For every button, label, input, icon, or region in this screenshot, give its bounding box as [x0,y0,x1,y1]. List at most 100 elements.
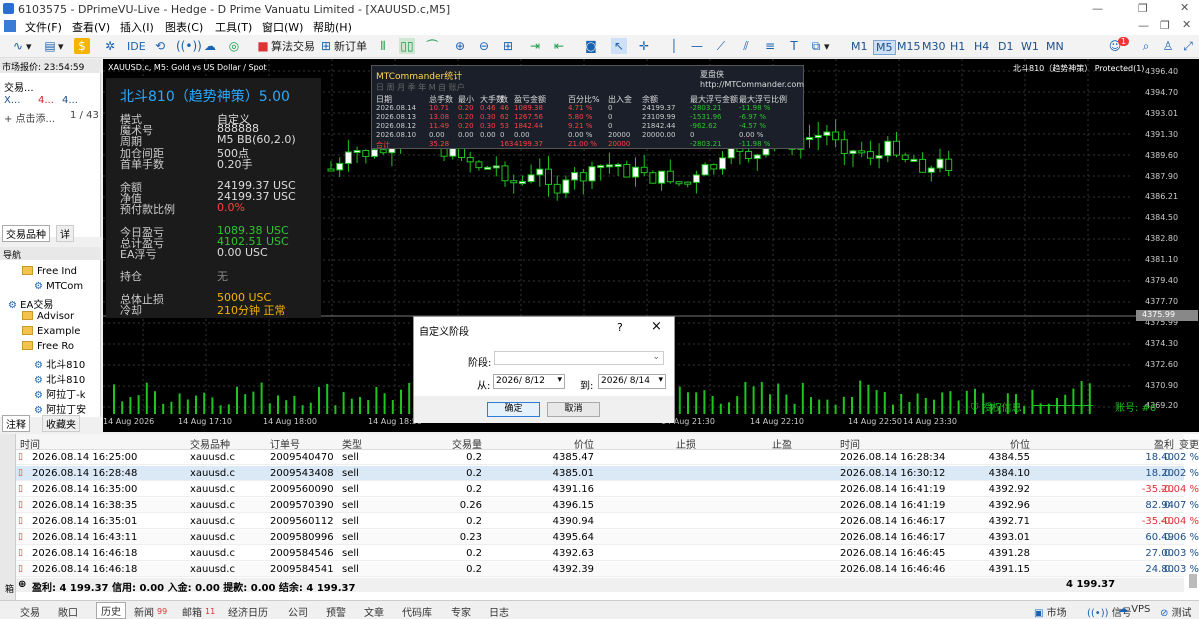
column-header[interactable]: 止盈 [742,436,792,451]
column-header[interactable]: 交易品种 [190,436,250,451]
tf-m15[interactable]: M15 [897,40,921,53]
new-order-button[interactable]: ⊞ 新订单 [318,38,367,55]
from-date-field[interactable]: 2026/ 8/12 ▾ [493,374,565,389]
algo-trading-button[interactable]: ■ 算法交易 [255,38,315,55]
menu-tools[interactable]: 工具(T) [215,19,252,35]
tf-m30[interactable]: M30 [922,40,946,53]
tab-favorites[interactable]: 收藏夹 [42,415,80,432]
tab-symbols[interactable]: 交易品种 [2,225,50,242]
sub-minimize-icon[interactable]: — [1138,19,1149,32]
column-header[interactable]: 止损 [646,436,696,451]
deposit-icon[interactable]: $ [74,38,90,55]
status-item[interactable]: ⊘ 测试 [1160,604,1192,619]
tab-details[interactable]: 详 [56,225,74,242]
tf-d1[interactable]: D1 [998,40,1013,53]
trade-info-label[interactable]: ⛉ 授权信息 [971,399,1022,414]
chart-type-icon[interactable]: ∿ ▾ [10,38,32,55]
terminal-tab[interactable]: 历史 [96,602,126,619]
to-date-field[interactable]: 2026/ 8/14 ▾ [598,374,666,389]
terminal-tab[interactable]: 经济日历 [228,604,268,619]
tf-mn[interactable]: MN [1046,40,1064,53]
status-item[interactable]: ▣ 市场 [1034,604,1067,619]
cursor-icon[interactable]: ↖ [611,38,627,55]
minimize-icon[interactable]: — [1092,2,1103,15]
cancel-button[interactable]: 取消 [547,402,600,417]
terminal-tab[interactable]: 文章 [364,604,384,619]
vline-icon[interactable]: │ [666,38,682,55]
column-header[interactable]: 变更 [1149,436,1199,451]
tf-h4[interactable]: H4 [974,40,989,53]
terminal-tab[interactable]: 代码库 [402,604,432,619]
dialog-close-icon[interactable]: × [651,319,662,334]
column-header[interactable]: 价位 [544,436,594,451]
user-icon[interactable]: ♙ [1160,38,1176,55]
terminal-tab[interactable]: 专家 [451,604,471,619]
restore-icon[interactable]: ❐ [1138,2,1148,15]
signal-icon[interactable]: ((•)) [176,38,202,55]
stage-select[interactable]: ⌄ [494,351,664,365]
market-icon[interactable]: ◎ [226,38,242,55]
text-icon[interactable]: T [786,38,802,55]
tab-comments[interactable]: 注释 [2,415,30,432]
help-icon[interactable]: ? [617,321,623,334]
column-header[interactable]: 类型 [342,436,382,451]
template-icon[interactable]: ▤ ▾ [42,38,63,55]
column-header[interactable]: 订单号 [270,436,340,451]
column-header[interactable]: 时间 [840,436,950,451]
channel-icon[interactable]: ⫽ [738,38,754,55]
expand-icon[interactable]: ⤢ [1180,38,1196,55]
tf-w1[interactable]: W1 [1021,40,1039,53]
terminal-tab[interactable]: 日志 [489,604,509,619]
mw-add-symbol[interactable]: + 点击添... [4,110,55,125]
options-icon[interactable]: ✲ [102,38,118,55]
table-row[interactable]: ▯ 2026.08.14 16:35:01 xauusd.c 2009560112 se… [16,514,1199,529]
tf-m5[interactable]: M5 [873,40,896,55]
fibo-icon[interactable]: ≡ [762,38,778,55]
history-icon[interactable]: ⟲ [152,38,168,55]
column-header[interactable]: 时间 [20,436,150,451]
terminal-tab[interactable]: 预警 [326,604,346,619]
chart-shift-icon[interactable]: ⇤ [551,38,567,55]
shapes-icon[interactable]: ⧉ ▾ [808,38,830,55]
candle-chart-icon[interactable]: ▯▯ [399,38,415,55]
table-row[interactable]: ▯ 2026.08.14 16:46:18 xauusd.c 2009584541 se… [16,562,1199,577]
trendline-icon[interactable]: ⟋ [713,38,729,55]
terminal-tab[interactable]: 敞口 [58,604,78,619]
table-row[interactable]: ▯ 2026.08.14 16:38:35 xauusd.c 2009570390 se… [16,498,1199,513]
scrollbar-thumb[interactable] [1189,574,1197,588]
table-row[interactable]: ▯ 2026.08.14 16:25:00 xauusd.c 2009540470 se… [16,450,1199,465]
menu-window[interactable]: 窗口(W) [262,19,303,35]
nav-item[interactable]: ⚙ EA交易 [8,296,104,311]
terminal-tab[interactable]: 新闻 [134,604,154,619]
grid-icon[interactable]: ⊞ [500,38,516,55]
search-icon[interactable]: ⌕ [1138,38,1154,55]
terminal-tab[interactable]: 公司 [288,604,308,619]
zoom-out-icon[interactable]: ⊖ [476,38,492,55]
crosshair-icon[interactable]: ✛ [636,38,652,55]
ide-button[interactable]: IDE [127,38,146,55]
table-row[interactable]: ▯ 2026.08.14 16:43:11 xauusd.c 2009580996 se… [16,530,1199,545]
bar-chart-icon[interactable]: ⫴ [375,38,391,55]
terminal-tab[interactable]: 交易 [20,604,40,619]
ok-button[interactable]: 确定 [487,402,540,417]
column-header[interactable]: 价位 [960,436,1030,451]
mw-row-symbol[interactable]: X... [4,95,20,106]
line-chart-icon[interactable]: ⏜ [424,38,440,55]
terminal-tab[interactable]: 邮箱 [182,604,202,619]
menu-charts[interactable]: 图表(C) [165,19,203,35]
menu-file[interactable]: 文件(F) [25,19,62,35]
menu-insert[interactable]: 插入(I) [120,19,154,35]
table-row[interactable]: ▯ 2026.08.14 16:46:18 xauusd.c 2009584546 se… [16,546,1199,561]
hline-icon[interactable]: — [689,38,705,55]
table-row[interactable]: ▯ 2026.08.14 16:35:00 xauusd.c 2009560090 se… [16,482,1199,497]
autoscroll-icon[interactable]: ⇥ [527,38,543,55]
cloud-icon[interactable]: ☁ [202,38,218,55]
column-header[interactable]: 交易量 [432,436,482,451]
menu-help[interactable]: 帮助(H) [313,19,352,35]
status-item[interactable]: ☁ VPS [1118,604,1150,615]
zoom-in-icon[interactable]: ⊕ [452,38,468,55]
tf-m1[interactable]: M1 [851,40,868,53]
close-icon[interactable]: ✕ [1180,1,1189,14]
menu-view[interactable]: 查看(V) [72,19,110,35]
sub-close-icon[interactable]: ✕ [1182,18,1191,31]
